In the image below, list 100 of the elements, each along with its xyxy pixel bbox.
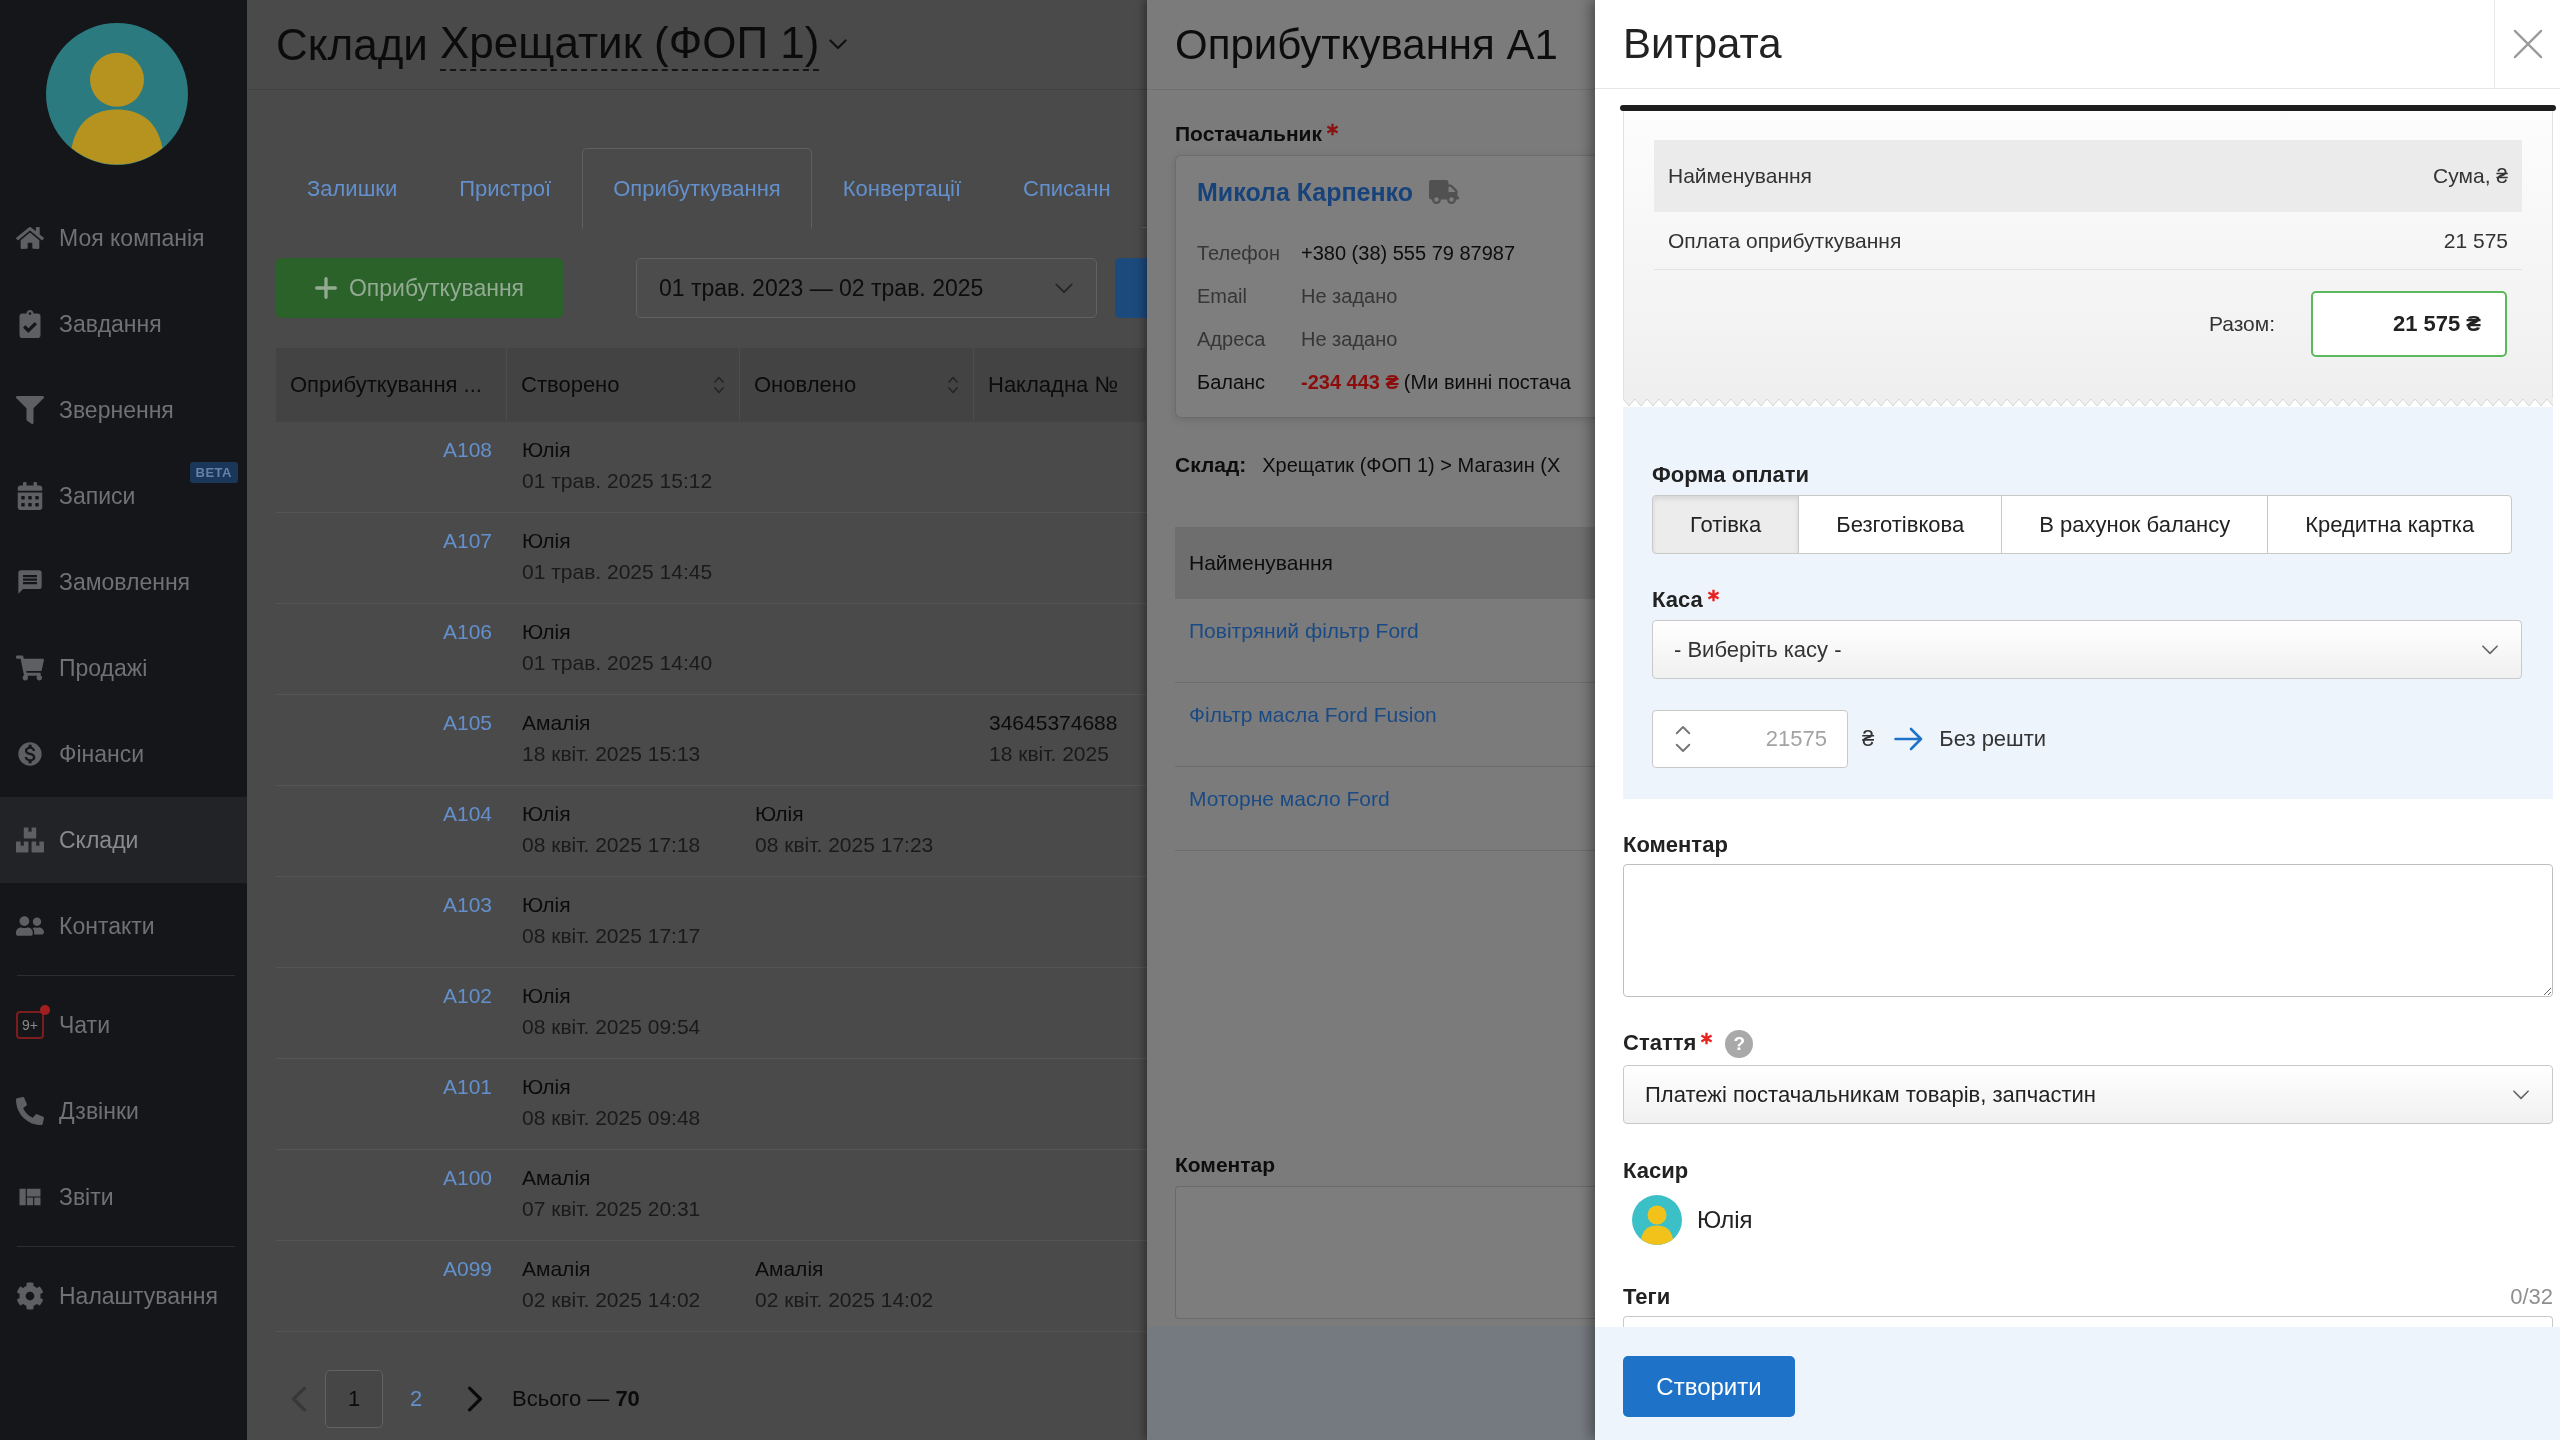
cart-icon [16, 654, 44, 682]
chevron-right-icon [467, 1386, 483, 1412]
sidebar-item[interactable]: Контакти [0, 883, 247, 969]
category-select[interactable]: Платежі постачальникам товарів, запчастин [1623, 1065, 2553, 1124]
field-label: Адреса [1197, 328, 1266, 351]
document-link[interactable]: A104 [442, 798, 492, 829]
sidebar-item[interactable]: 9+ Чати [0, 982, 247, 1068]
home-icon [16, 224, 44, 252]
column-header: Сума, ₴ [2433, 164, 2508, 188]
document-link[interactable]: A100 [442, 1162, 492, 1193]
comment-field[interactable] [1623, 864, 2553, 997]
comment-field[interactable] [1175, 1186, 1595, 1319]
tag-counter: 0/32 [2510, 1284, 2553, 1310]
column-header[interactable]: Створено [507, 348, 740, 422]
field-label: Email [1197, 285, 1247, 308]
add-receipt-button[interactable]: Оприбуткування [276, 258, 563, 318]
author-name: Юлія [522, 801, 571, 827]
field-label: Постачальник [1175, 121, 1322, 147]
phone-icon [16, 1097, 44, 1125]
currency-sign: ₴ [1862, 726, 1875, 752]
payment-option[interactable]: Готівка [1652, 495, 1800, 554]
chevron-down-icon [2512, 1089, 2530, 1100]
tags-field[interactable] [1623, 1316, 2553, 1327]
sidebar-item[interactable]: Звернення [0, 367, 247, 453]
cashier-name: Юлія [1697, 1206, 1753, 1234]
warehouse-path: Хрещатик (ФОП 1) > Магазин (Х [1262, 454, 1561, 477]
field-label: Каса [1652, 587, 1703, 613]
balance-note: (Ми винні постача [1403, 371, 1571, 394]
sidebar-item[interactable]: Склади [0, 797, 247, 883]
invoice-number: 34645374688 [989, 710, 1118, 736]
message-icon [16, 568, 44, 596]
field-label: Коментар [1175, 1152, 1276, 1178]
sidebar-item[interactable]: Звіти [0, 1154, 247, 1240]
sidebar-item[interactable]: Дзвінки [0, 1068, 247, 1154]
sidebar-item[interactable]: Фінанси [0, 711, 247, 797]
column-header[interactable]: Оновлено [740, 348, 974, 422]
field-label: Касир [1623, 1158, 1689, 1184]
close-button[interactable] [2494, 0, 2560, 88]
notification-dot-icon [40, 1005, 50, 1015]
total-amount: 21 575 ₴ [2311, 291, 2507, 357]
sort-icon [713, 375, 725, 395]
cash-desk-select[interactable]: - Виберіть касу - [1652, 620, 2522, 679]
payment-option[interactable]: Безготівкова [1798, 495, 2003, 554]
chevron-down-icon [2481, 644, 2499, 655]
author-name: Юлія [522, 983, 571, 1009]
toolbar-button[interactable] [1115, 258, 1147, 318]
next-page-button[interactable] [467, 1386, 483, 1412]
document-link[interactable]: A099 [442, 1253, 492, 1284]
warehouse-selector[interactable]: Хрещатик (ФОП 1) [439, 18, 848, 71]
field-value: +380 (38) 555 79 87987 [1301, 242, 1516, 265]
chevron-down-icon [1054, 282, 1074, 294]
payment-option[interactable]: В рахунок балансу [2001, 495, 2269, 554]
sidebar-item[interactable]: Замовлення [0, 539, 247, 625]
page-button[interactable]: 2 [387, 1370, 445, 1428]
boxes-icon [16, 826, 44, 854]
drawer-title: Оприбуткування A1 [1175, 20, 1558, 69]
chevron-down-icon [829, 39, 848, 50]
editor-name: Амалія [755, 1256, 824, 1282]
page-button[interactable]: 1 [325, 1370, 383, 1428]
expense-amount: 21 575 [2443, 228, 2508, 253]
document-link[interactable]: A108 [442, 434, 492, 465]
sidebar-item[interactable]: Налаштування [0, 1253, 247, 1339]
sidebar-item[interactable]: Записи [0, 453, 190, 539]
amount-field[interactable]: 21575 [1652, 710, 1848, 768]
payment-option[interactable]: Кредитна картка [2267, 495, 2513, 554]
sidebar-item[interactable]: Продажі [0, 625, 247, 711]
product-link[interactable]: Моторне масло Ford [1189, 787, 1390, 810]
author-name: Юлія [522, 528, 571, 554]
document-link[interactable]: A107 [442, 525, 492, 556]
sidebar-item[interactable]: Завдання [0, 281, 247, 367]
dollar-coin-icon [16, 740, 44, 768]
close-icon [2512, 29, 2543, 59]
document-link[interactable]: A106 [442, 616, 492, 647]
page-title: Склади [276, 19, 428, 70]
column-header: Найменування [1175, 527, 1595, 599]
sidebar-item[interactable]: Моя компанія [0, 195, 247, 281]
product-link[interactable]: Повітряний фільтр Ford [1189, 619, 1419, 642]
settings-icon [16, 1282, 44, 1310]
supplier-name-link[interactable]: Микола Карпенко [1197, 177, 1414, 207]
field-label: Стаття [1623, 1030, 1697, 1056]
document-link[interactable]: A105 [442, 707, 492, 738]
author-name: Юлія [522, 1074, 571, 1100]
document-link[interactable]: A103 [442, 889, 492, 920]
sort-icon [947, 375, 959, 395]
help-icon[interactable]: ? [1725, 1030, 1754, 1058]
column-header: Оприбуткування ... [276, 348, 507, 422]
document-link[interactable]: A101 [442, 1071, 492, 1102]
author-name: Юлія [522, 892, 571, 918]
document-link[interactable]: A102 [442, 980, 492, 1011]
balance-amount: -234 443 ₴ [1301, 371, 1399, 394]
field-label: Баланс [1197, 371, 1266, 394]
product-link[interactable]: Фільтр масла Ford Fusion [1189, 703, 1437, 726]
field-label: Склад: [1175, 452, 1247, 478]
spinner-arrows-icon[interactable] [1675, 724, 1691, 754]
date-range-select[interactable]: 01 трав. 2023 — 02 трав. 2025 [636, 258, 1097, 318]
author-name: Амалія [522, 1165, 591, 1191]
truck-icon [1429, 180, 1460, 204]
create-button[interactable]: Створити [1623, 1356, 1795, 1417]
tab[interactable]: Оприбуткування [582, 148, 812, 229]
field-label: Теги [1623, 1284, 1671, 1310]
